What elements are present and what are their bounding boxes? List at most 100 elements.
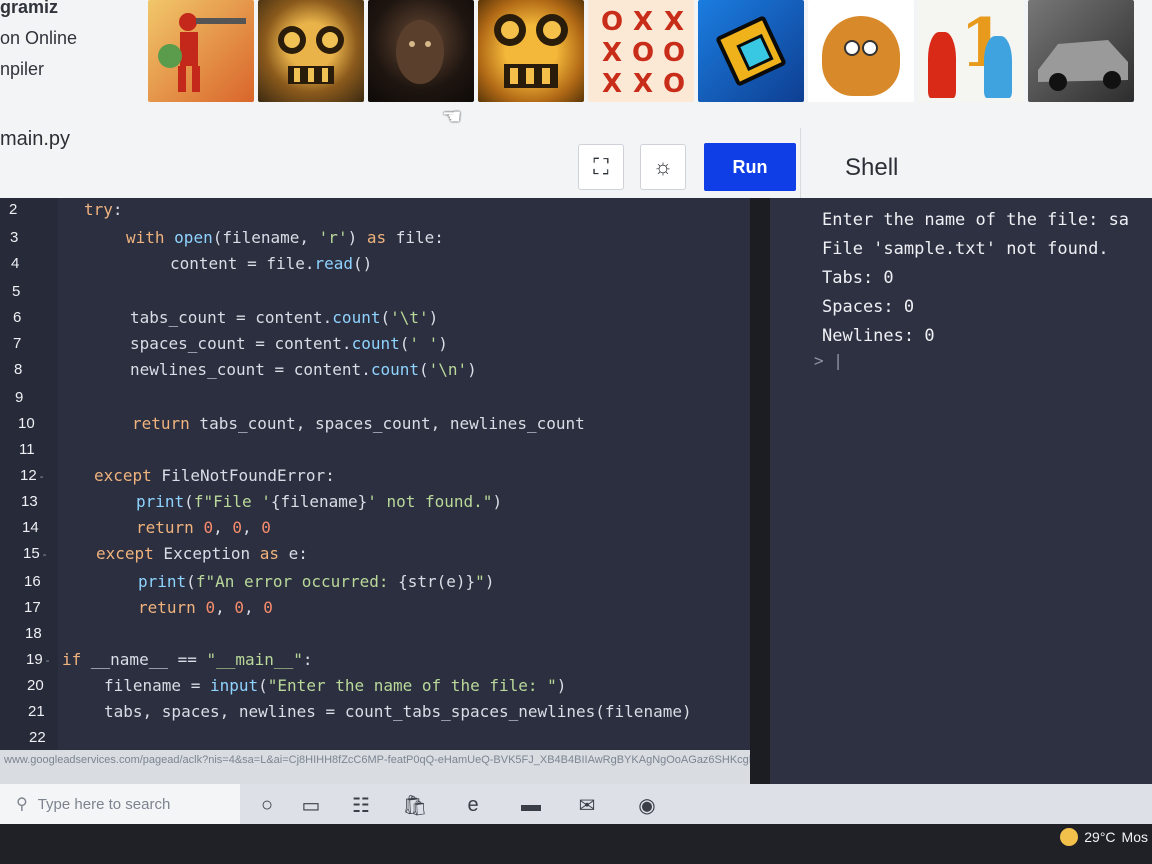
code-text: print(f"An error occurred: {str(e)}") [138,572,495,591]
search-placeholder: Type here to search [37,795,171,813]
taskbar-search[interactable]: ⚲ Type here to search [0,784,240,824]
man-running-icon [158,13,246,92]
sun-icon: ☼ [652,154,674,179]
dark-face-icon [396,20,444,84]
car-icon [1038,40,1128,91]
weather-temp: 29°C [1084,829,1116,845]
temple-mask-icon [278,26,344,84]
line-number: 22 [29,729,46,746]
games-strip: O X X X O O X X O 1 [148,0,1134,102]
weather-widget[interactable]: 29°C Mos [1060,828,1148,846]
top-bar: gramiz on Online npiler O X X X O O X X … [0,0,1152,129]
taskbar-lower [0,824,1152,864]
line-number: 14 [22,519,39,536]
line-number: 3 [10,229,19,246]
water-character-icon [984,36,1012,98]
run-button[interactable]: Run [704,143,796,191]
line-number: 8 [14,361,23,378]
fullscreen-icon: ⛶ [593,154,609,179]
brand[interactable]: gramiz on Online npiler [0,0,140,85]
code-text: with open(filename, 'r') as file: [126,228,444,247]
weather-sun-icon [1060,828,1079,846]
line-number: 21 [28,703,45,720]
code-text: if __name__ == "__main__": [62,650,313,669]
chrome-icon[interactable]: ◉ [630,790,664,820]
line-number: 9 [15,389,24,406]
hand-cursor-icon: ☚ [442,104,462,129]
code-text: return 0, 0, 0 [136,518,271,537]
fold-toggle-icon[interactable]: - [40,471,44,483]
brand-line-1: gramiz [0,0,59,17]
cortana-icon[interactable]: ○ [250,790,284,820]
tic-tac-toe-icon: O X X X O O X X O [600,7,686,99]
line-number: 19- [26,651,50,668]
code-text: tabs_count = content.count('\t') [130,308,439,327]
taskbar: ⚲ Type here to search ○ ▭ ☷ 🛍 e ▬ ✉ ◉ 29… [0,784,1152,864]
pou-icon [822,16,900,96]
fire-character-icon [928,32,956,98]
mail-icon[interactable]: ✉ [570,790,604,820]
game-tile-fireboy-watergirl[interactable]: 1 [918,0,1024,102]
line-number: 7 [13,335,22,352]
shell-prompt[interactable]: > | [770,351,1152,370]
line-number: 5 [12,283,21,300]
code-text: except FileNotFoundError: [94,466,335,485]
search-icon: ⚲ [16,796,28,813]
code-text: except Exception as e: [96,544,308,563]
brand-line-2: on Online [0,28,78,48]
code-editor[interactable]: 1def count_tabs_spaces_newlines(filename… [0,198,750,784]
theme-toggle-button[interactable]: ☼ [640,144,686,190]
shell-line: Enter the name of the file: sa [822,210,1130,230]
code-text: filename = input("Enter the name of the … [104,676,567,695]
fold-toggle-icon[interactable]: - [46,655,50,667]
edge-icon[interactable]: e [456,790,490,820]
code-text: tabs, spaces, newlines = count_tabs_spac… [104,702,692,721]
game-tile-geometry-dash[interactable] [698,0,804,102]
line-number: 6 [13,309,22,326]
code-text: return 0, 0, 0 [138,598,273,617]
shell-header: Shell [800,128,1152,200]
game-tile-shooter[interactable] [148,0,254,102]
shell-line: File 'sample.txt' not found. [822,239,1109,259]
code-text: newlines_count = content.count('\n') [130,360,477,379]
code-text: print(f"File '{filename}' not found.") [136,492,503,511]
shell-line: Tabs: 0 [822,268,894,288]
game-tile-temple-mask[interactable] [478,0,584,102]
shell-output[interactable]: Enter the name of the file: sa File 'sam… [770,198,1152,784]
line-number: 20 [27,677,44,694]
line-number: 10 [18,415,35,432]
line-number: 4 [11,255,20,272]
code-text: try: [84,200,123,219]
shell-line: Newlines: 0 [822,326,935,346]
status-url: www.googleadservices.com/pagead/aclk?nis… [0,750,750,784]
widgets-icon[interactable]: ☷ [344,790,378,820]
shell-title: Shell [845,154,899,181]
line-number: 13 [21,493,38,510]
file-tab[interactable]: main.py [0,128,70,150]
line-number: 11 [19,441,35,458]
code-text: content = file.read() [170,254,373,273]
fullscreen-button[interactable]: ⛶ [578,144,624,190]
game-tile-car[interactable] [1028,0,1134,102]
code-text: return tabs_count, spaces_count, newline… [132,414,585,433]
weather-extra: Mos [1121,829,1148,845]
store-icon[interactable]: 🛍 [398,790,432,820]
fold-toggle-icon[interactable]: - [43,549,47,561]
line-number: 16 [24,573,41,590]
game-tile-pou[interactable] [808,0,914,102]
editor-header: main.py ⛶ ☼ Run [0,128,800,198]
geometry-dash-icon [715,15,787,87]
task-view-icon[interactable]: ▭ [294,790,328,820]
line-number: 12- [20,467,44,484]
game-tile-tic-tac-toe[interactable]: O X X X O O X X O [588,0,694,102]
line-number: 2 [9,201,18,218]
line-number: 17 [24,599,41,616]
shell-line: Spaces: 0 [822,297,915,317]
game-tile-temple-run[interactable] [258,0,364,102]
file-explorer-icon[interactable]: ▬ [514,790,548,820]
brand-line-3: npiler [0,59,45,79]
line-number: 15- [23,545,47,562]
code-text: spaces_count = content.count(' ') [130,334,448,353]
temple-mask-icon [494,14,568,88]
game-tile-dark[interactable] [368,0,474,102]
